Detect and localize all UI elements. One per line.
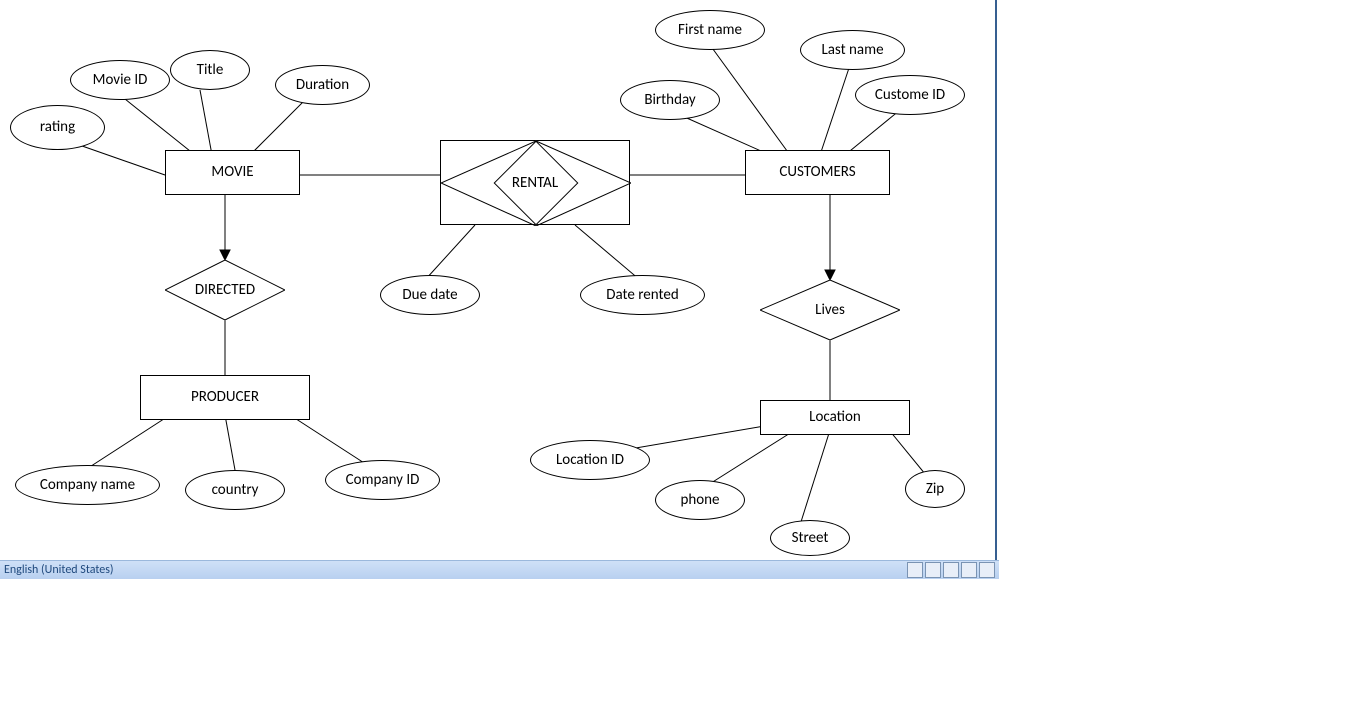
relationship-label: RENTAL xyxy=(512,174,558,192)
full-screen-reading-icon[interactable] xyxy=(925,562,941,578)
entity-producer: PRODUCER xyxy=(140,375,310,420)
attr-phone: phone xyxy=(655,480,745,520)
entity-label: MOVIE xyxy=(211,164,253,181)
entity-movie: MOVIE xyxy=(165,150,300,195)
draft-icon[interactable] xyxy=(979,562,995,578)
entity-location: Location xyxy=(760,400,910,435)
print-layout-icon[interactable] xyxy=(907,562,923,578)
attr-location-id: Location ID xyxy=(530,440,650,480)
attr-birthday: Birthday xyxy=(620,80,720,120)
attr-title: Title xyxy=(170,50,250,90)
relationship-rental: RENTAL xyxy=(440,140,630,225)
attr-street: Street xyxy=(770,520,850,556)
attr-duration: Duration xyxy=(275,65,370,105)
web-layout-icon[interactable] xyxy=(943,562,959,578)
attr-last-name: Last name xyxy=(800,30,905,70)
relationship-lives: Lives xyxy=(760,280,900,340)
document-page: MOVIE CUSTOMERS PRODUCER Location RENTAL… xyxy=(0,0,997,561)
status-language: English (United States) xyxy=(4,563,114,577)
entity-customers: CUSTOMERS xyxy=(745,150,890,195)
attr-movie-id: Movie ID xyxy=(70,60,170,100)
view-mode-icons[interactable] xyxy=(907,562,995,578)
status-bar: English (United States) xyxy=(0,560,999,579)
relationship-directed: DIRECTED xyxy=(165,260,285,320)
attr-company-name: Company name xyxy=(15,465,160,505)
entity-label: PRODUCER xyxy=(191,389,259,406)
entity-label: CUSTOMERS xyxy=(779,164,855,181)
relationship-label: DIRECTED xyxy=(195,281,255,299)
attr-rating: rating xyxy=(10,105,105,150)
attr-first-name: First name xyxy=(655,10,765,50)
attr-company-id: Company ID xyxy=(325,460,440,500)
relationship-label: Lives xyxy=(815,301,845,319)
attr-zip: Zip xyxy=(905,470,965,508)
attr-date-rented: Date rented xyxy=(580,275,705,315)
diagram-canvas: MOVIE CUSTOMERS PRODUCER Location RENTAL… xyxy=(0,0,1366,728)
attr-country: country xyxy=(185,470,285,510)
outline-icon[interactable] xyxy=(961,562,977,578)
entity-label: Location xyxy=(809,409,861,426)
attr-custome-id: Custome ID xyxy=(855,75,965,115)
attr-due-date: Due date xyxy=(380,275,480,315)
